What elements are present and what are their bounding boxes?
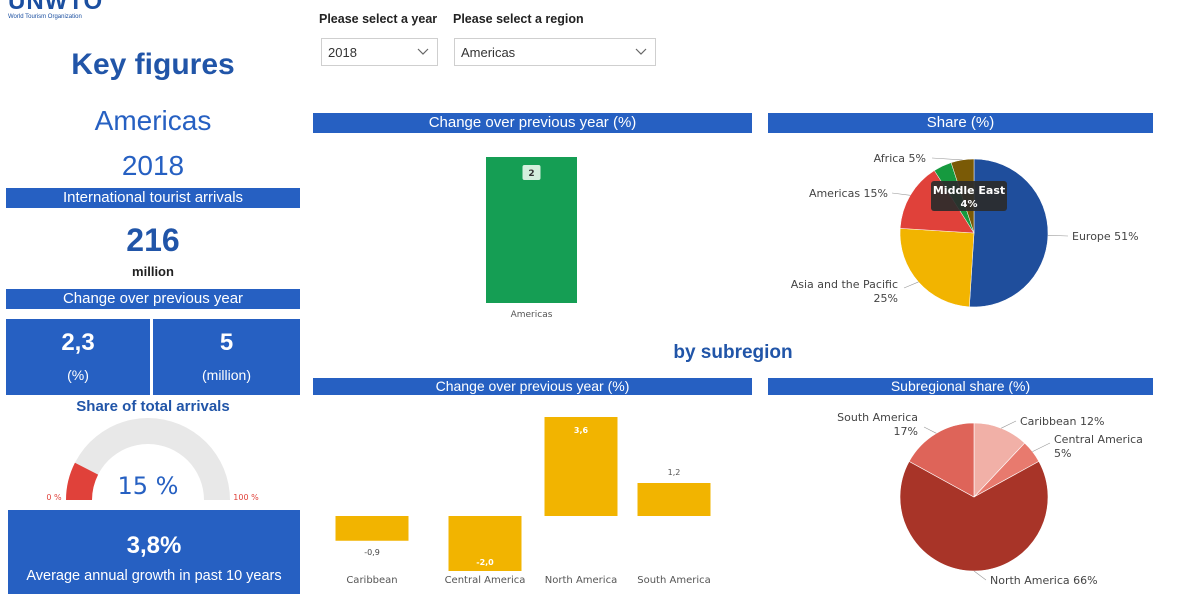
unwto-logo: UNWTO World Tourism Organization: [8, 0, 103, 20]
data-label: 3,6: [574, 426, 589, 435]
data-label: -2,0: [476, 558, 494, 567]
bar-caribbean[interactable]: [335, 516, 409, 541]
change-abs-value: 5: [219, 329, 234, 356]
x-tick-label: South America: [637, 575, 711, 586]
data-label: 1,2: [668, 468, 681, 477]
x-tick-label: Americas: [511, 310, 553, 320]
selected-region-label: Americas: [94, 105, 212, 136]
arrivals-header: International tourist arrivals: [6, 188, 300, 208]
year-select[interactable]: 2018: [321, 38, 438, 66]
pie-label-south-america-pct: 17%: [894, 425, 918, 438]
chevron-down-icon: [635, 48, 647, 55]
arrivals-value: 216: [126, 222, 180, 258]
tooltip-value: 4%: [961, 199, 978, 210]
change-subregion-bar-chart: -0,9 Caribbean -2,0 Central America 3,6 North…: [335, 417, 711, 586]
page-title: Key figures: [71, 48, 235, 81]
pie-label-africa: Africa 5%: [874, 152, 926, 165]
share-chart-header: Share (%): [768, 113, 1153, 133]
logo-text: UNWTO: [8, 0, 104, 15]
tooltip-title: Middle East: [933, 184, 1005, 197]
data-label: 2: [528, 169, 534, 179]
region-select[interactable]: Americas: [454, 38, 656, 66]
year-select-value: 2018: [328, 45, 357, 60]
gauge-min-label: 0 %: [46, 493, 62, 502]
avg-growth-label: Average annual growth in past 10 years: [26, 568, 282, 584]
x-tick-label: Central America: [445, 575, 526, 586]
selected-year-label: 2018: [121, 150, 185, 181]
change-pct-value: 2,3: [61, 329, 95, 356]
chevron-down-icon: [417, 48, 429, 55]
change-pct-unit: (%): [67, 367, 89, 383]
change-region-bar-chart: 2 Americas: [486, 157, 577, 320]
gauge-value-label: 15 %: [118, 472, 179, 500]
pie-slice-asia-and-the-pacific[interactable]: [899, 228, 975, 308]
region-select-value: Americas: [461, 45, 516, 60]
pie-label-europe: Europe 51%: [1072, 230, 1139, 243]
pie-tooltip: Middle East 4%: [931, 181, 1007, 211]
pie-label-asia-pacific: Asia and the Pacific: [791, 278, 898, 291]
change-chart-header: Change over previous year (%): [313, 113, 752, 133]
pie-label-north-america: North America 66%: [990, 574, 1098, 587]
pie-label-americas: Americas 15%: [809, 187, 888, 200]
bar-south-america[interactable]: [637, 483, 711, 516]
avg-growth-card: 3,8% Average annual growth in past 10 ye…: [8, 510, 300, 594]
avg-growth-value: 3,8%: [126, 532, 182, 559]
subregion-share-pie-chart: Caribbean 12% Central America5% North Amer…: [837, 411, 1143, 587]
year-select-label: Please select a year: [319, 12, 438, 26]
share-gauge: 15 % 0 % 100 %: [46, 418, 259, 502]
data-label: -0,9: [364, 548, 380, 557]
change-pct-card: 2,3 (%): [6, 319, 150, 395]
arrivals-unit: million: [132, 264, 174, 279]
gauge-max-label: 100 %: [233, 493, 259, 502]
pie-label-central-america-pct: 5%: [1054, 447, 1071, 460]
x-tick-label: North America: [545, 575, 617, 586]
pie-label-asia-pacific-pct: 25%: [874, 292, 898, 305]
pie-label-central-america: Central America: [1054, 433, 1143, 446]
share-title: Share of total arrivals: [76, 398, 230, 415]
change-header: Change over previous year: [6, 289, 300, 309]
pie-label-south-america: South America: [837, 411, 918, 424]
change-abs-card: 5 (million): [153, 319, 300, 395]
change-abs-unit: (million): [202, 367, 251, 383]
pie-label-caribbean: Caribbean 12%: [1020, 415, 1104, 428]
x-tick-label: Caribbean: [346, 575, 397, 586]
share-region-pie-chart: Europe 51% Asia and the Pacific25% America…: [791, 152, 1139, 308]
subregion-change-chart-header: Change over previous year (%): [313, 378, 752, 395]
subregion-section-title: by subregion: [673, 342, 793, 363]
subregion-share-chart-header: Subregional share (%): [768, 378, 1153, 395]
region-select-label: Please select a region: [453, 12, 584, 26]
